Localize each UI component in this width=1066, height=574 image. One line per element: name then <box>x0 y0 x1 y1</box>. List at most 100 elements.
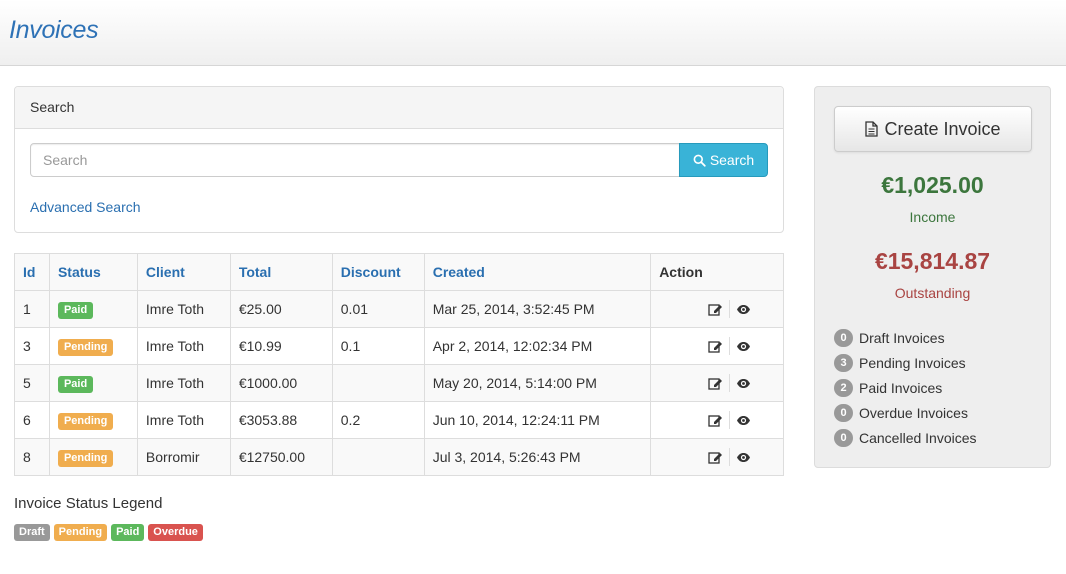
cell-discount: 0.2 <box>331 401 425 439</box>
top-header: Invoices <box>0 0 1066 66</box>
edit-icon[interactable] <box>708 414 723 427</box>
page-title: Invoices <box>9 16 99 44</box>
create-invoice-button[interactable]: Create Invoice <box>834 106 1032 152</box>
cell-client: Borromir <box>136 438 231 476</box>
cell-status: Pending <box>48 327 138 365</box>
document-icon <box>865 121 879 137</box>
income-amount: €1,025.00 <box>881 172 984 198</box>
column-header-total[interactable]: Total <box>229 253 333 291</box>
cell-created: May 20, 2014, 5:14:00 PM <box>423 364 652 402</box>
column-header-created[interactable]: Created <box>423 253 652 291</box>
cell-total: €3053.88 <box>229 401 333 439</box>
cell-client: Imre Toth <box>136 364 231 402</box>
cell-action <box>650 438 784 476</box>
legend-draft-badge: Draft <box>14 524 50 541</box>
edit-icon[interactable] <box>708 303 723 316</box>
count-label: Pending Invoices <box>859 354 966 371</box>
outstanding-amount: €15,814.87 <box>874 248 991 274</box>
cell-status: Pending <box>48 438 138 476</box>
cell-total: €10.99 <box>229 327 333 365</box>
cell-action <box>650 401 784 439</box>
cell-id: 8 <box>14 438 50 476</box>
cell-created: Apr 2, 2014, 12:02:34 PM <box>423 327 652 365</box>
status-badge: Pending <box>57 338 114 356</box>
edit-icon[interactable] <box>708 340 723 353</box>
table-row[interactable]: 3 Pending Imre Toth €10.99 0.1 Apr 2, 2014, 1… <box>14 327 784 365</box>
cell-client: Imre Toth <box>136 327 231 365</box>
cell-created: Jul 3, 2014, 5:26:43 PM <box>423 438 652 476</box>
cell-created: Mar 25, 2014, 3:52:45 PM <box>423 290 652 328</box>
action-divider <box>729 374 730 393</box>
eye-icon[interactable] <box>736 414 751 427</box>
cell-status: Paid <box>48 364 138 402</box>
table-row[interactable]: 1 Paid Imre Toth €25.00 0.01 Mar 25, 2014, 3:… <box>14 290 784 328</box>
cell-created: Jun 10, 2014, 12:24:11 PM <box>423 401 652 439</box>
cell-status: Pending <box>48 401 138 439</box>
eye-icon[interactable] <box>736 377 751 390</box>
column-header-discount[interactable]: Discount <box>331 253 425 291</box>
eye-icon[interactable] <box>736 340 751 353</box>
cell-client: Imre Toth <box>136 401 231 439</box>
table-row[interactable]: 5 Paid Imre Toth €1000.00 May 20, 2014, 5:14… <box>14 364 784 402</box>
cell-discount <box>331 364 425 402</box>
cell-id: 5 <box>14 364 50 402</box>
table-row[interactable]: 8 Pending Borromir €12750.00 Jul 3, 2014, 5:… <box>14 438 784 476</box>
legend-title: Invoice Status Legend <box>14 495 163 512</box>
cell-discount: 0.01 <box>331 290 425 328</box>
legend-overdue-badge: Overdue <box>148 524 203 541</box>
count-draft[interactable]: 0 Draft Invoices <box>834 325 977 350</box>
search-input[interactable] <box>30 143 680 177</box>
legend-paid-badge: Paid <box>111 524 145 541</box>
action-divider <box>729 337 730 356</box>
edit-icon[interactable] <box>708 451 723 464</box>
status-badge: Paid <box>57 375 94 393</box>
create-invoice-label: Create Invoice <box>884 118 1001 139</box>
status-legend: Draft Pending Paid Overdue <box>14 524 203 541</box>
summary-sidebar: Create Invoice €1,025.00 Income €15,814.… <box>814 86 1051 468</box>
cell-action <box>650 290 784 328</box>
count-pending[interactable]: 3 Pending Invoices <box>834 350 977 375</box>
eye-icon[interactable] <box>736 451 751 464</box>
column-header-status[interactable]: Status <box>48 253 138 291</box>
search-panel: Search Search Advanced Search <box>14 86 784 233</box>
column-header-id[interactable]: Id <box>14 253 50 291</box>
search-button-label: Search <box>709 152 755 168</box>
cell-discount: 0.1 <box>331 327 425 365</box>
count-overdue[interactable]: 0 Overdue Invoices <box>834 400 977 425</box>
count-label: Paid Invoices <box>859 379 943 396</box>
search-button[interactable]: Search <box>679 143 768 177</box>
count-badge: 0 <box>834 328 853 347</box>
edit-icon[interactable] <box>708 377 723 390</box>
count-paid[interactable]: 2 Paid Invoices <box>834 375 977 400</box>
cell-status: Paid <box>48 290 138 328</box>
status-badge: Pending <box>57 412 114 430</box>
column-header-client[interactable]: Client <box>136 253 231 291</box>
invoice-table: Id Status Client Total Discount Created … <box>14 253 784 476</box>
cell-client: Imre Toth <box>136 290 231 328</box>
action-divider <box>729 411 730 430</box>
status-badge: Pending <box>57 449 114 467</box>
outstanding-label: Outstanding <box>894 285 971 301</box>
count-label: Cancelled Invoices <box>859 429 977 446</box>
cell-action <box>650 364 784 402</box>
count-badge: 2 <box>834 378 853 397</box>
action-divider <box>729 448 730 467</box>
cell-total: €1000.00 <box>229 364 333 402</box>
cell-discount <box>331 438 425 476</box>
count-cancelled[interactable]: 0 Cancelled Invoices <box>834 425 977 450</box>
count-badge: 0 <box>834 428 853 447</box>
invoice-counts-list: 0 Draft Invoices 3 Pending Invoices 2 Pa… <box>834 325 977 450</box>
count-badge: 0 <box>834 403 853 422</box>
count-badge: 3 <box>834 353 853 372</box>
table-row[interactable]: 6 Pending Imre Toth €3053.88 0.2 Jun 10, 2014… <box>14 401 784 439</box>
cell-total: €12750.00 <box>229 438 333 476</box>
count-label: Overdue Invoices <box>859 404 968 421</box>
cell-action <box>650 327 784 365</box>
status-badge: Paid <box>57 301 94 319</box>
eye-icon[interactable] <box>736 303 751 316</box>
advanced-search-link[interactable]: Advanced Search <box>30 199 141 215</box>
cell-id: 6 <box>14 401 50 439</box>
cell-id: 1 <box>14 290 50 328</box>
table-header-row: Id Status Client Total Discount Created … <box>14 253 784 291</box>
column-header-action: Action <box>650 253 784 291</box>
